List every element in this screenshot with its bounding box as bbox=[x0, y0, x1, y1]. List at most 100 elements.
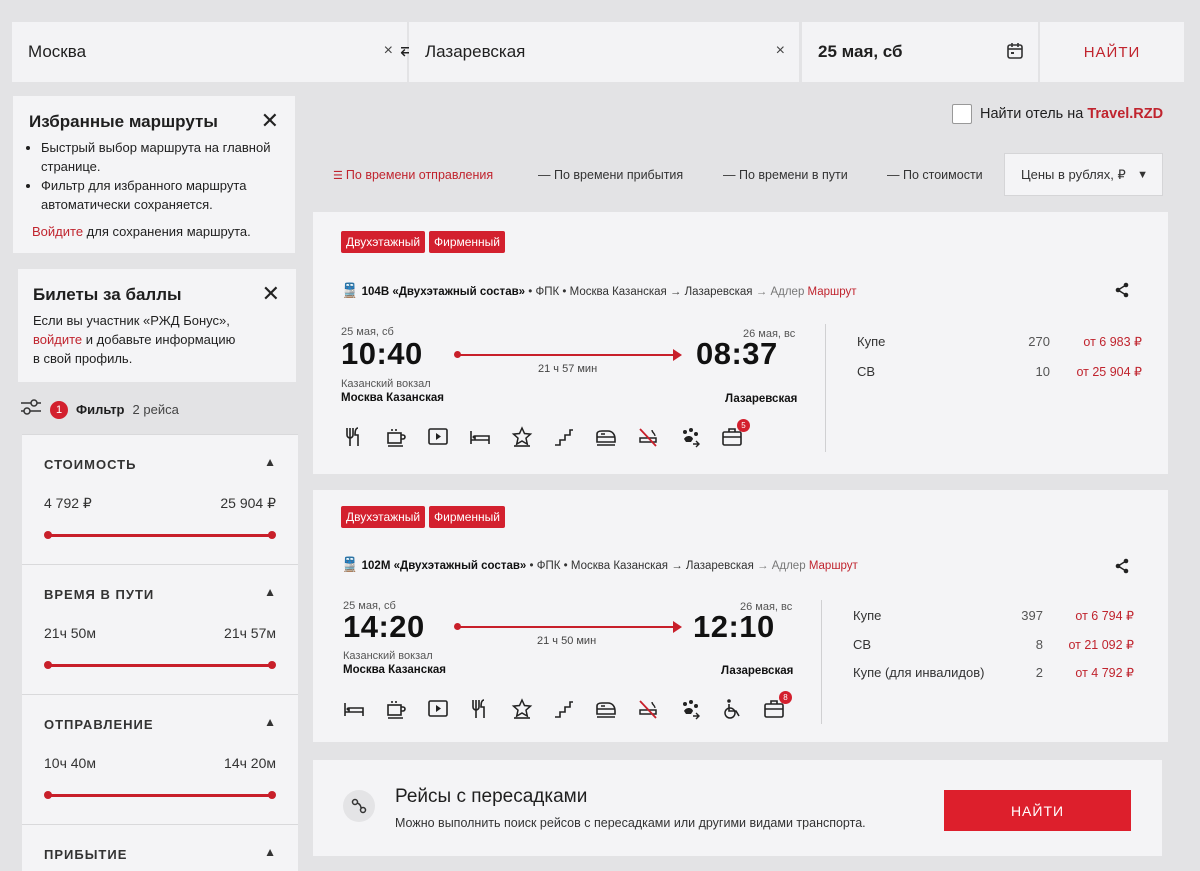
from-field[interactable]: Москва × bbox=[12, 22, 407, 82]
amenities: 5 bbox=[343, 419, 750, 448]
transfers-text: Можно выполнить поиск рейсов с пересадка… bbox=[395, 816, 866, 830]
duration: 21 ч 50 мин bbox=[537, 635, 597, 647]
hotel-checkbox[interactable] bbox=[952, 104, 972, 124]
train-info: 🚆 102М «Двухэтажный состав» • ФПК • Моск… bbox=[341, 556, 858, 572]
class-name[interactable]: Купе (для инвалидов) bbox=[853, 665, 984, 680]
filter-count-badge: 1 bbox=[50, 400, 68, 419]
filter-min: 21ч 50м bbox=[44, 625, 96, 641]
clear-to-icon[interactable]: × bbox=[776, 42, 785, 60]
class-price[interactable]: от 4 792 ₽ bbox=[1024, 665, 1134, 680]
slider-handle-min[interactable] bbox=[44, 791, 52, 799]
filter-max: 25 904 ₽ bbox=[220, 495, 276, 511]
sort-icon: ☰ bbox=[333, 170, 346, 182]
pets-icon bbox=[679, 698, 701, 720]
hotel-label[interactable]: Найти отель на Travel.RZD bbox=[980, 106, 1163, 122]
class-price[interactable]: от 6 983 ₽ bbox=[1032, 334, 1142, 349]
to-value: Лазаревская bbox=[425, 42, 526, 61]
slider-handle-min[interactable] bbox=[44, 531, 52, 539]
close-icon[interactable]: ✕ bbox=[262, 281, 280, 307]
badge: Двухэтажный bbox=[341, 231, 426, 253]
class-name[interactable]: Купе bbox=[853, 608, 881, 623]
train-number: 104В «Двухэтажный состав» bbox=[361, 286, 526, 298]
chevron-up-icon[interactable]: ▲ bbox=[264, 585, 276, 599]
calendar-icon[interactable] bbox=[1006, 42, 1024, 65]
favorites-bullet: Быстрый выбор маршрута на главной страни… bbox=[41, 138, 281, 176]
train-number: 102М «Двухэтажный состав» bbox=[361, 560, 527, 572]
no-smoking-icon bbox=[637, 426, 659, 448]
route-link[interactable]: Маршрут bbox=[809, 560, 858, 572]
class-name[interactable]: СВ bbox=[857, 364, 875, 379]
hotel-brand: Travel.RZD bbox=[1087, 106, 1164, 122]
filter-duration[interactable]: ВРЕМЯ В ПУТИ ▲ 21ч 50м 21ч 57м bbox=[22, 564, 298, 695]
arr-time: 12:10 bbox=[693, 609, 775, 644]
share-icon[interactable] bbox=[1114, 558, 1130, 579]
filter-section-title: СТОИМОСТЬ bbox=[44, 457, 137, 472]
transfers-find-button[interactable]: НАЙТИ bbox=[944, 790, 1131, 831]
sort-arrival[interactable]: — По времени прибытия bbox=[538, 168, 683, 182]
route-icon bbox=[343, 790, 375, 822]
slider-handle-max[interactable] bbox=[268, 791, 276, 799]
video-icon bbox=[427, 698, 449, 720]
dep-station: Казанский вокзал bbox=[343, 650, 433, 662]
date-field[interactable]: 25 мая, сб bbox=[802, 22, 1038, 82]
range-slider[interactable] bbox=[44, 661, 276, 669]
route-end: Адлер bbox=[770, 286, 805, 298]
luggage-icon: 8 bbox=[763, 691, 792, 720]
route-arrow bbox=[454, 622, 682, 632]
chevron-up-icon[interactable]: ▲ bbox=[264, 845, 276, 859]
filter-max: 14ч 20м bbox=[224, 755, 276, 771]
train-info: 🚆 104В «Двухэтажный состав» • ФПК • Моск… bbox=[341, 282, 857, 298]
favorites-login-link[interactable]: Войдите bbox=[32, 224, 83, 239]
search-find-button[interactable]: НАЙТИ bbox=[1040, 22, 1184, 82]
train-card[interactable]: Двухэтажный Фирменный 🚆 104В «Двухэтажны… bbox=[313, 212, 1168, 474]
class-price[interactable]: от 25 904 ₽ bbox=[1032, 364, 1142, 379]
sort-cost[interactable]: — По стоимости bbox=[887, 168, 983, 182]
arr-city: Лазаревская bbox=[721, 665, 794, 677]
video-icon bbox=[427, 426, 449, 448]
range-slider[interactable] bbox=[44, 791, 276, 799]
class-name[interactable]: Купе bbox=[857, 334, 885, 349]
class-price[interactable]: от 6 794 ₽ bbox=[1024, 608, 1134, 623]
route-link[interactable]: Маршрут bbox=[808, 286, 857, 298]
chevron-up-icon[interactable]: ▲ bbox=[264, 455, 276, 469]
restaurant-icon bbox=[343, 426, 365, 448]
badge: Фирменный bbox=[429, 231, 506, 253]
range-slider[interactable] bbox=[44, 531, 276, 539]
points-card: Билеты за баллы ✕ Если вы участник «РЖД … bbox=[18, 269, 296, 382]
favorites-card: Избранные маршруты ✕ Быстрый выбор маршр… bbox=[13, 96, 295, 253]
clear-from-icon[interactable]: × bbox=[384, 42, 393, 60]
filter-toggle[interactable]: 1 Фильтр 2 рейса bbox=[20, 398, 179, 421]
filter-section-title: ОТПРАВЛЕНИЕ bbox=[44, 717, 154, 732]
filter-arrival[interactable]: ПРИБЫТИЕ ▲ bbox=[22, 824, 298, 871]
slider-handle-max[interactable] bbox=[268, 531, 276, 539]
slider-handle-min[interactable] bbox=[44, 661, 52, 669]
points-login-link[interactable]: войдите bbox=[33, 332, 82, 347]
chevron-up-icon[interactable]: ▲ bbox=[264, 715, 276, 729]
filter-section-title: ПРИБЫТИЕ bbox=[44, 847, 128, 862]
close-icon[interactable]: ✕ bbox=[261, 108, 279, 134]
transfers-title: Рейсы с пересадками bbox=[395, 786, 588, 807]
luggage-count-badge: 5 bbox=[737, 419, 750, 432]
sort-departure[interactable]: ☰ По времени отправления bbox=[333, 168, 493, 182]
favorites-login-text: для сохранения маршрута. bbox=[83, 224, 251, 239]
carrier: ФПК bbox=[536, 560, 561, 572]
train-card[interactable]: Двухэтажный Фирменный 🚆 102М «Двухэтажны… bbox=[313, 490, 1168, 742]
filter-cost[interactable]: СТОИМОСТЬ ▲ 4 792 ₽ 25 904 ₽ bbox=[22, 434, 298, 565]
sliders-icon bbox=[20, 398, 42, 421]
dep-station: Казанский вокзал bbox=[341, 378, 431, 390]
sort-duration[interactable]: — По времени в пути bbox=[723, 168, 848, 182]
share-icon[interactable] bbox=[1114, 282, 1130, 303]
dep-time: 14:20 bbox=[343, 609, 425, 644]
filter-min: 10ч 40м bbox=[44, 755, 96, 771]
class-name[interactable]: СВ bbox=[853, 637, 871, 652]
points-title: Билеты за баллы bbox=[33, 285, 182, 304]
slider-handle-max[interactable] bbox=[268, 661, 276, 669]
filter-departure[interactable]: ОТПРАВЛЕНИЕ ▲ 10ч 40м 14ч 20м bbox=[22, 694, 298, 825]
currency-select[interactable]: Цены в рублях, ₽ ▼ bbox=[1004, 153, 1163, 196]
bed-icon bbox=[343, 698, 365, 720]
pets-icon bbox=[679, 426, 701, 448]
class-price[interactable]: от 21 092 ₽ bbox=[1024, 637, 1134, 652]
train-icon bbox=[595, 698, 617, 720]
to-field[interactable]: Лазаревская × bbox=[409, 22, 799, 82]
wheelchair-icon bbox=[721, 698, 743, 720]
